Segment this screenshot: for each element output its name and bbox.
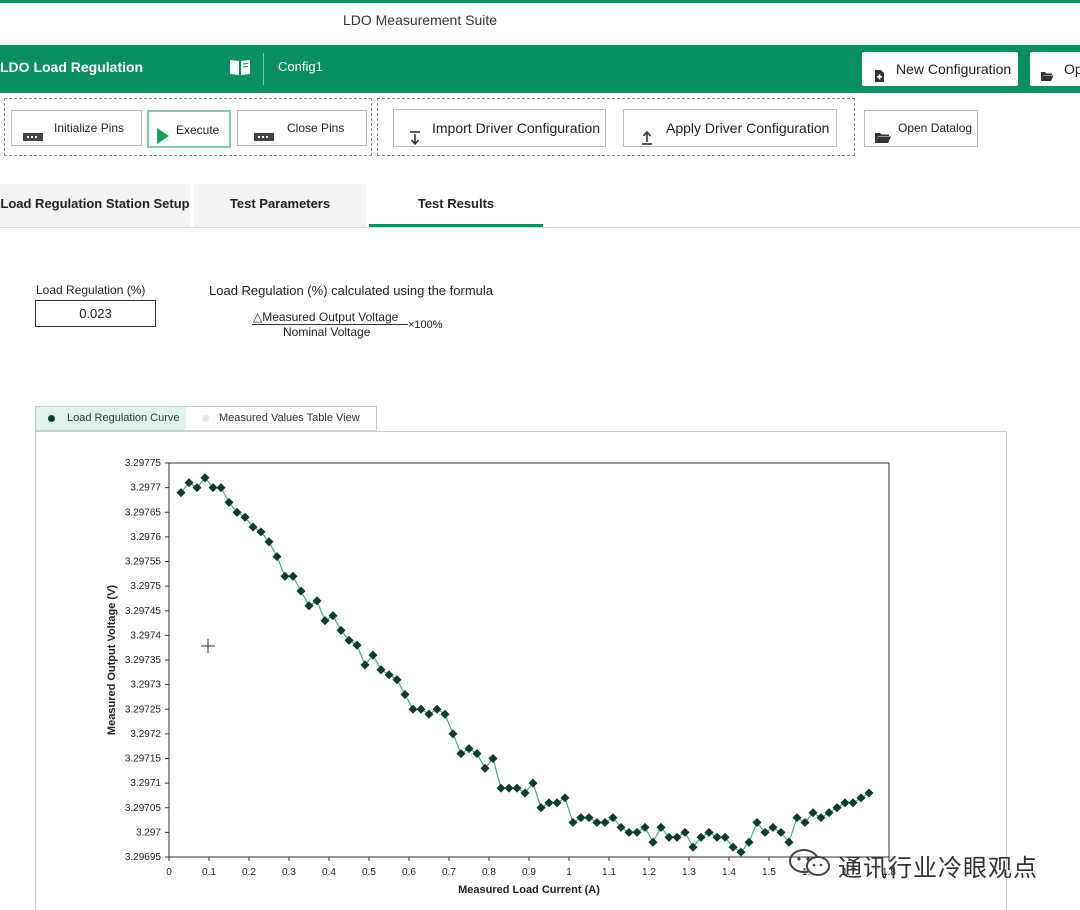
book-icon[interactable]	[228, 57, 252, 77]
formula-multiplier: ×100%	[408, 319, 443, 331]
header-divider	[263, 53, 264, 85]
page-title: LDO Load Regulation	[0, 59, 144, 75]
formula-numerator: △Measured Output Voltage	[253, 310, 399, 324]
app-title: LDO Measurement Suite	[342, 12, 498, 28]
open-configuration-button[interactable]: Op	[1030, 52, 1080, 86]
execute-button[interactable]: Execute	[147, 110, 231, 148]
apply-driver-configuration-button[interactable]: Apply Driver Configuration	[623, 109, 837, 147]
apply-driver-configuration-label: Apply Driver Configuration	[666, 120, 830, 136]
load-regulation-label: Load Regulation (%)	[36, 283, 146, 297]
config-name[interactable]: Config1	[278, 59, 323, 74]
open-datalog-button[interactable]: Open Datalog	[864, 110, 978, 147]
view-tab-label: Measured Values Table View	[219, 412, 360, 424]
new-configuration-button[interactable]: New Configuration	[862, 52, 1018, 86]
wechat-logo-icon	[788, 848, 832, 883]
view-tab-measured-values-table[interactable]: Measured Values Table View	[186, 407, 376, 430]
import-driver-configuration-button[interactable]: Import Driver Configuration	[393, 109, 606, 147]
top-accent-line	[0, 0, 1080, 3]
folder-open-icon	[875, 123, 891, 158]
execute-label: Execute	[176, 123, 220, 137]
upload-icon	[641, 122, 653, 158]
tab-baseline	[0, 227, 1080, 228]
radio-unselected-icon	[202, 415, 209, 422]
open-datalog-label: Open Datalog	[898, 121, 973, 135]
load-regulation-value: 0.023	[35, 300, 156, 327]
formula-intro: Load Regulation (%) calculated using the…	[209, 283, 494, 298]
view-tab-load-regulation-curve[interactable]: Load Regulation Curve	[36, 407, 186, 430]
tab-test-results[interactable]: Test Results	[369, 184, 543, 227]
chart-panel	[35, 431, 1007, 910]
tab-test-parameters[interactable]: Test Parameters	[194, 184, 366, 227]
formula-denominator: Nominal Voltage	[283, 325, 371, 339]
pin-connector-icon	[23, 122, 43, 156]
play-icon	[157, 122, 169, 158]
close-pins-label: Close Pins	[287, 121, 345, 135]
view-tab-label: Load Regulation Curve	[67, 412, 180, 424]
pin-connector-icon	[254, 122, 274, 156]
tab-load-regulation-station-setup[interactable]: Load Regulation Station Setup	[0, 184, 190, 227]
radio-selected-icon	[48, 415, 55, 422]
download-icon	[409, 122, 421, 158]
open-configuration-label: Op	[1064, 61, 1080, 77]
app-header: LDO Load Regulation Config1 New Configur…	[0, 45, 1080, 93]
watermark-text: 通讯行业冷眼观点	[838, 855, 1038, 882]
close-pins-button[interactable]: Close Pins	[237, 110, 367, 146]
new-file-icon	[872, 61, 886, 82]
import-driver-configuration-label: Import Driver Configuration	[432, 120, 601, 136]
view-tabs: Load Regulation Curve Measured Values Ta…	[35, 406, 377, 431]
initialize-pins-button[interactable]: Initialize Pins	[11, 110, 142, 146]
initialize-pins-label: Initialize Pins	[54, 121, 125, 135]
new-configuration-label: New Configuration	[896, 61, 1012, 77]
folder-open-icon	[1040, 61, 1054, 81]
